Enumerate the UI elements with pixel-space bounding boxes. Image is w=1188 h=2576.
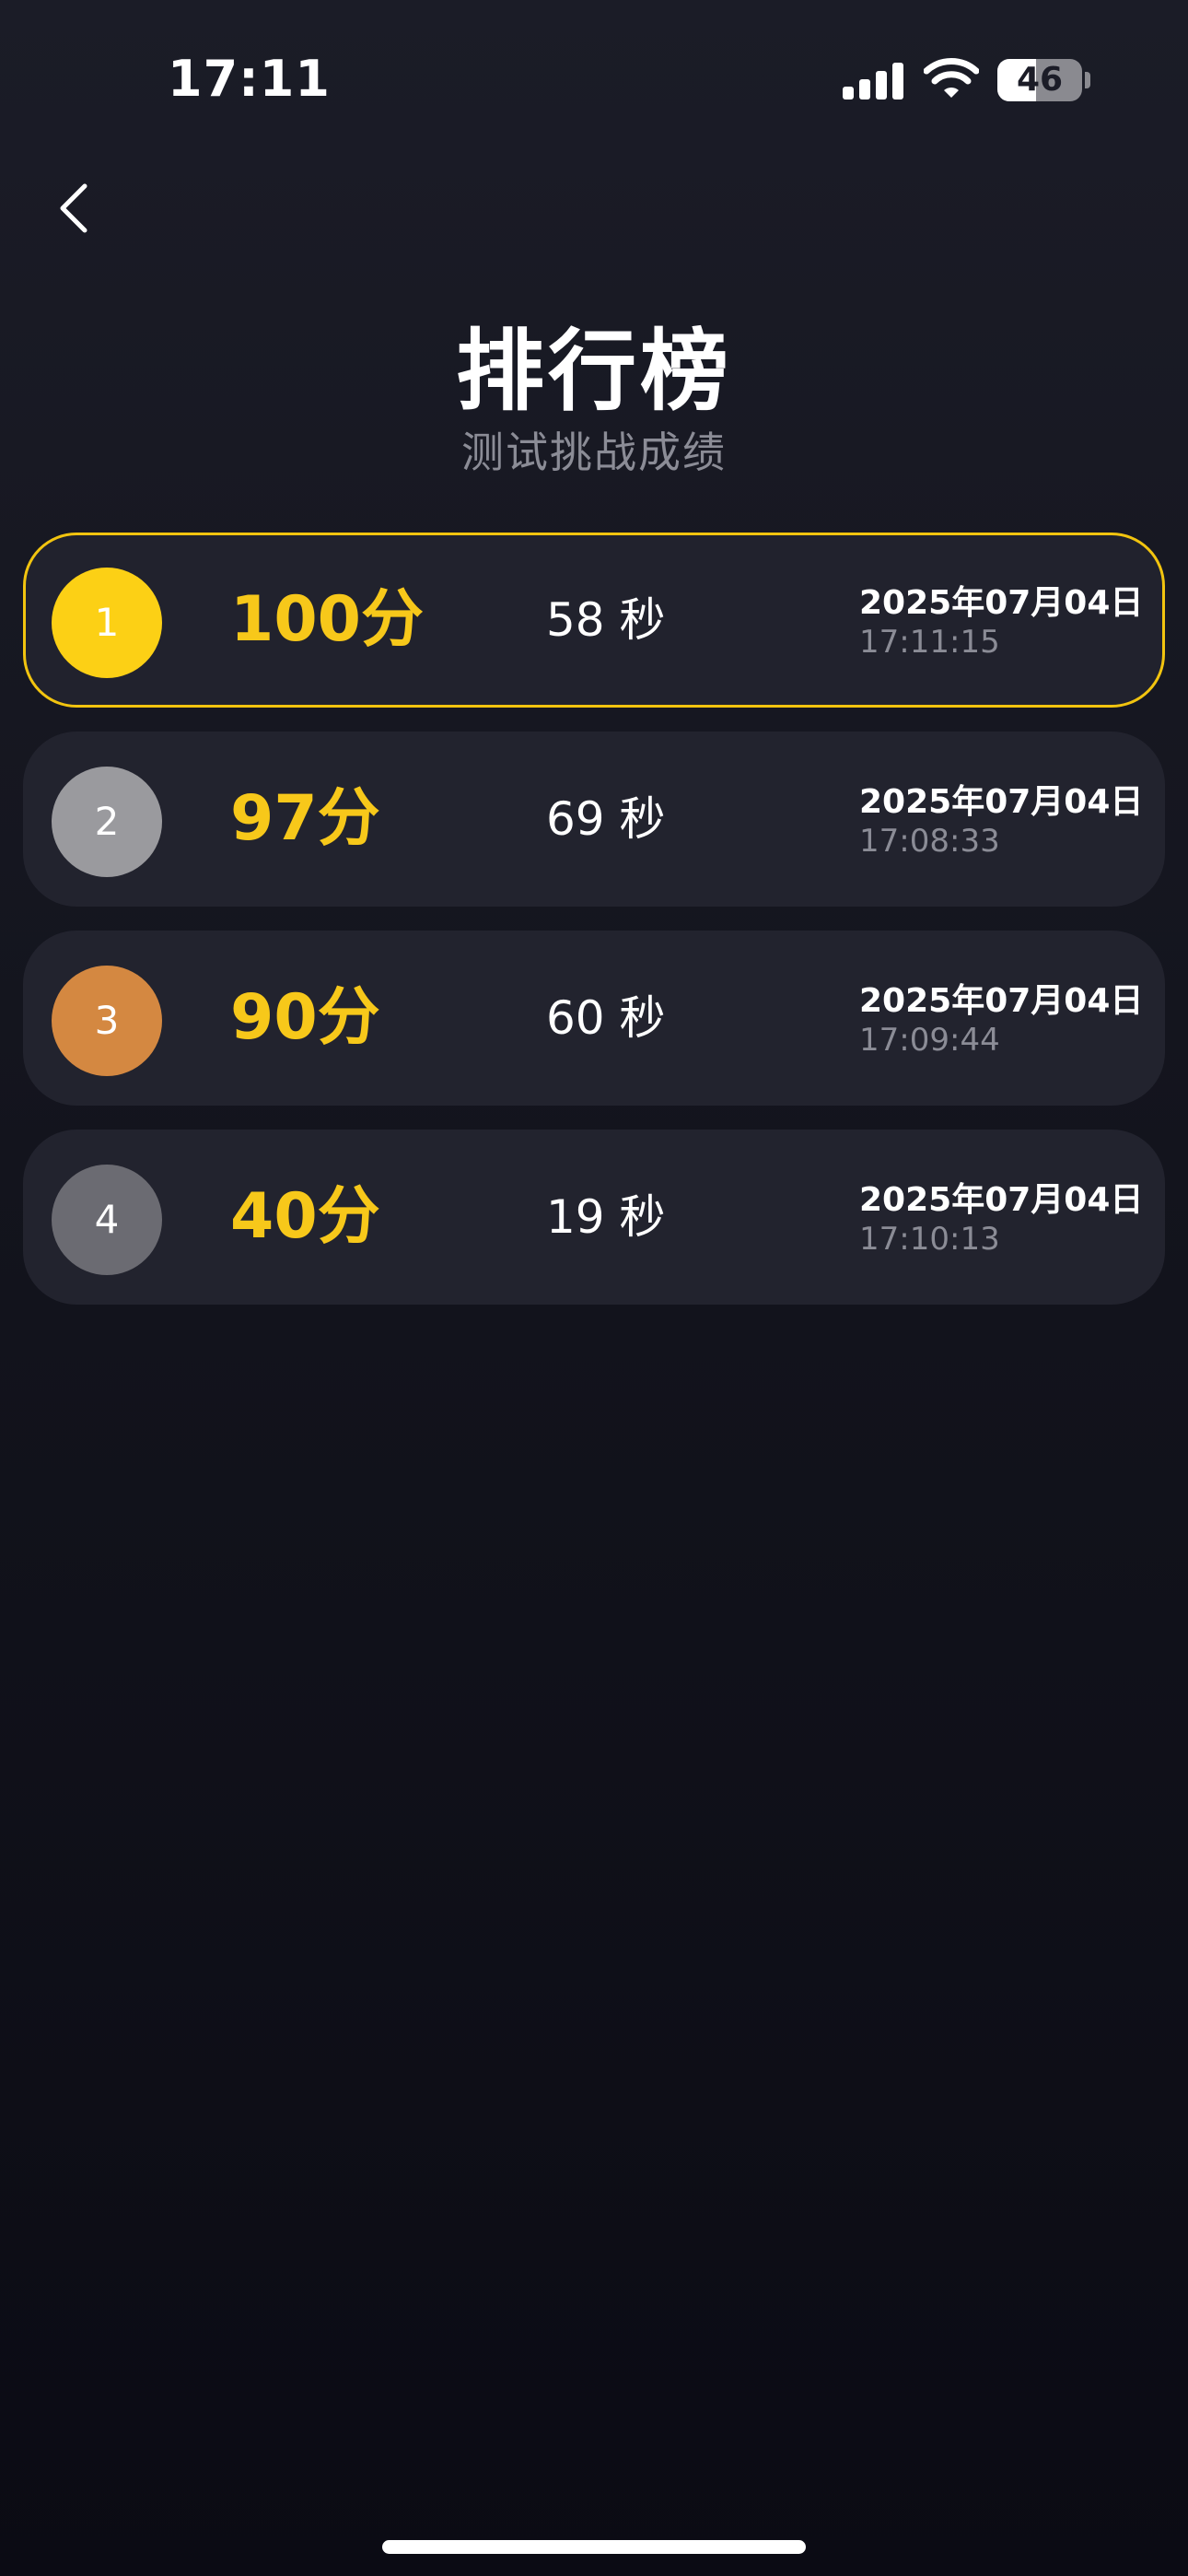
duration-label: 69 秒 [546, 792, 666, 846]
battery-level: 46 [1016, 61, 1064, 99]
date-label: 2025年07月04日 [859, 982, 1144, 1020]
time-label: 17:08:33 [859, 823, 1000, 860]
rank-badge-silver: 2 [52, 767, 162, 877]
ranking-row[interactable]: 3 90分 60 秒 2025年07月04日 17:09:44 [23, 931, 1165, 1106]
ranking-row[interactable]: 4 40分 19 秒 2025年07月04日 17:10:13 [23, 1130, 1165, 1305]
page-subtitle: 测试挑战成绩 [461, 427, 727, 477]
chevron-left-icon [60, 183, 87, 233]
duration-label: 58 秒 [546, 593, 666, 647]
rank-badge-bronze: 3 [52, 966, 162, 1076]
status-time: 17:11 [168, 50, 331, 108]
status-bar: 17:11 46 [0, 0, 1188, 157]
page-title: 排行榜 [456, 320, 732, 423]
wifi-icon [924, 58, 979, 98]
date-label: 2025年07月04日 [859, 584, 1144, 622]
rank-badge: 4 [52, 1165, 162, 1275]
back-button[interactable] [46, 175, 101, 241]
date-label: 2025年07月04日 [859, 783, 1144, 821]
time-label: 17:09:44 [859, 1022, 1000, 1059]
ranking-row[interactable]: 2 97分 69 秒 2025年07月04日 17:08:33 [23, 732, 1165, 907]
duration-label: 60 秒 [546, 991, 666, 1045]
time-label: 17:10:13 [859, 1221, 1000, 1258]
home-indicator[interactable] [382, 2540, 806, 2554]
time-label: 17:11:15 [859, 624, 1000, 661]
date-label: 2025年07月04日 [859, 1181, 1144, 1219]
ranking-row[interactable]: 1 100分 58 秒 2025年07月04日 17:11:15 [23, 533, 1165, 708]
cellular-signal-icon [843, 63, 903, 100]
battery-cap [1085, 72, 1090, 88]
score-label: 97分 [230, 782, 380, 855]
ranking-list: 1 100分 58 秒 2025年07月04日 17:11:15 2 97分 6… [23, 533, 1165, 1329]
duration-label: 19 秒 [546, 1190, 666, 1244]
score-label: 100分 [230, 583, 424, 656]
battery-icon: 46 [997, 59, 1082, 101]
score-label: 40分 [230, 1180, 380, 1253]
rank-badge-gold: 1 [52, 568, 162, 678]
score-label: 90分 [230, 981, 380, 1054]
